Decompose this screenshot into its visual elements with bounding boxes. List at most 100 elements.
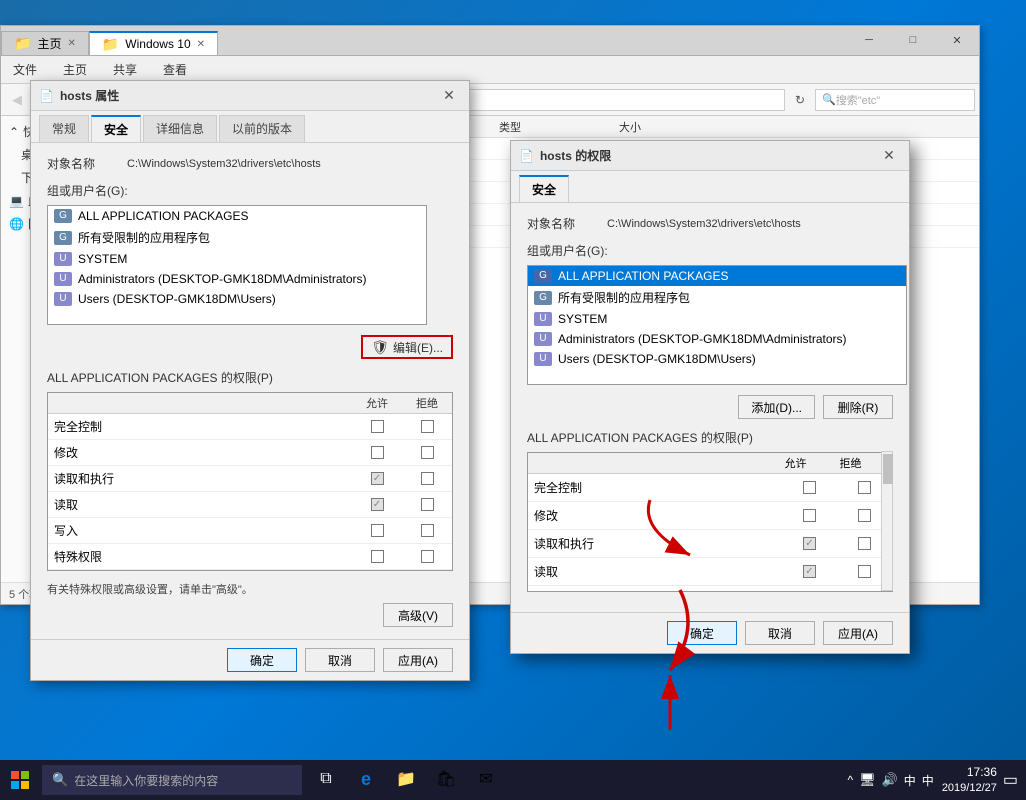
tray-time[interactable]: 17:36 2019/12/27 (942, 765, 997, 795)
properties-footer: 确定 取消 应用(A) (31, 639, 469, 680)
se-cb-deny-1[interactable] (858, 509, 871, 522)
close-btn[interactable]: ✕ (935, 25, 979, 55)
user-label-1: 所有受限制的应用程序包 (78, 229, 210, 246)
tab-security[interactable]: 安全 (91, 115, 141, 142)
se-cb-deny-0[interactable] (858, 481, 871, 494)
user-item-2[interactable]: U SYSTEM (48, 249, 426, 269)
ribbon-home[interactable]: 主页 (57, 59, 93, 80)
properties-titlebar: 📄 hosts 属性 ✕ (31, 81, 469, 111)
edit-permissions-btn[interactable]: 🛡 编辑(E)... (361, 335, 453, 359)
user-item-4[interactable]: U Users (DESKTOP-GMK18DM\Users) (48, 289, 426, 309)
se-user-icon-4: U (534, 352, 552, 366)
tab-previous[interactable]: 以前的版本 (219, 115, 305, 142)
store-app[interactable]: 🛍 (426, 760, 466, 800)
cb-allow-5[interactable] (371, 550, 384, 563)
search-box[interactable]: 🔍 搜索"etc" (815, 89, 975, 111)
tab-home-close[interactable]: ✕ (67, 38, 75, 49)
se-user-item-4[interactable]: U Users (DESKTOP-GMK18DM\Users) (528, 349, 906, 369)
cb-allow-2[interactable] (371, 472, 384, 485)
user-list-box[interactable]: G ALL APPLICATION PACKAGES G 所有受限制的应用程序包… (47, 205, 427, 325)
taskbar-search[interactable]: 🔍 在这里输入你要搜索的内容 (42, 765, 302, 795)
edit-btn-row: 🛡 编辑(E)... (47, 335, 453, 359)
edge-app[interactable]: e (346, 760, 386, 800)
se-cb-allow-0[interactable] (803, 481, 816, 494)
tab-details[interactable]: 详细信息 (143, 115, 217, 142)
user-item-1[interactable]: G 所有受限制的应用程序包 (48, 226, 426, 249)
explorer-tabs: 📁 主页 ✕ 📁 Windows 10 ✕ ─ □ ✕ (1, 26, 979, 56)
se-user-item-3[interactable]: U Administrators (DESKTOP-GMK18DM\Admini… (528, 329, 906, 349)
cb-deny-5[interactable] (421, 550, 434, 563)
se-btn-row: 添加(D)... 删除(R) (527, 395, 893, 419)
security-edit-titlebar: 📄 hosts 的权限 ✕ (511, 141, 909, 171)
tab-general[interactable]: 常规 (39, 115, 89, 142)
ribbon-view[interactable]: 查看 (157, 59, 193, 80)
tray-icons: ^ 🖥 🔊 中 中 (847, 772, 933, 789)
start-button[interactable] (0, 760, 40, 800)
cb-deny-4[interactable] (421, 524, 434, 537)
cb-allow-1[interactable] (371, 446, 384, 459)
se-user-icon-2: U (534, 312, 552, 326)
se-add-btn[interactable]: 添加(D)... (738, 395, 815, 419)
se-cb-deny-3[interactable] (858, 565, 871, 578)
perm-row-0: 完全控制 (48, 414, 452, 440)
se-user-list-box[interactable]: G ALL APPLICATION PACKAGES G 所有受限制的应用程序包… (527, 265, 907, 385)
object-name-value: C:\Windows\System32\drivers\etc\hosts (127, 158, 321, 170)
se-ok-btn[interactable]: 确定 (667, 621, 737, 645)
properties-close-btn[interactable]: ✕ (437, 84, 461, 108)
se-perm-allow-3 (782, 565, 837, 578)
user-item-3[interactable]: U Administrators (DESKTOP-GMK18DM\Admini… (48, 269, 426, 289)
mail-app[interactable]: ✉ (466, 760, 506, 800)
se-cb-allow-1[interactable] (803, 509, 816, 522)
security-edit-close-btn[interactable]: ✕ (877, 144, 901, 168)
perm-allow-4 (352, 524, 402, 537)
se-perm-col-name (528, 453, 768, 473)
se-perm-name-2: 读取和执行 (528, 533, 782, 554)
taskbar: 🔍 在这里输入你要搜索的内容 ⧉ e 📁 🛍 ✉ (0, 760, 1026, 800)
se-cb-allow-3[interactable] (803, 565, 816, 578)
cb-deny-0[interactable] (421, 420, 434, 433)
se-user-label-0: ALL APPLICATION PACKAGES (558, 269, 729, 283)
cb-allow-0[interactable] (371, 420, 384, 433)
advanced-note: 有关特殊权限或高级设置，请单击"高级"。 (47, 581, 453, 597)
props-apply-btn[interactable]: 应用(A) (383, 648, 453, 672)
user-item-0[interactable]: G ALL APPLICATION PACKAGES (48, 206, 426, 226)
tray-up-arrow[interactable]: ^ (847, 773, 853, 787)
se-user-item-2[interactable]: U SYSTEM (528, 309, 906, 329)
cb-allow-4[interactable] (371, 524, 384, 537)
se-cb-deny-2[interactable] (858, 537, 871, 550)
se-perm-row-1: 修改 (528, 502, 892, 530)
back-btn[interactable]: ◀ (5, 88, 29, 112)
props-cancel-btn[interactable]: 取消 (305, 648, 375, 672)
taskbar-tray: ^ 🖥 🔊 中 中 17:36 2019/12/27 ▭ (847, 760, 1026, 800)
tab-win10-close[interactable]: ✕ (197, 39, 205, 50)
tray-volume-icon[interactable]: 🔊 (882, 772, 898, 788)
tab-win10[interactable]: 📁 Windows 10 ✕ (89, 31, 218, 55)
se-scrollbar[interactable] (881, 451, 893, 591)
advanced-btn[interactable]: 高级(V) (383, 603, 453, 627)
se-user-item-1[interactable]: G 所有受限制的应用程序包 (528, 286, 906, 309)
cb-allow-3[interactable] (371, 498, 384, 511)
tab-security-edit[interactable]: 安全 (519, 175, 569, 202)
ribbon-file[interactable]: 文件 (7, 59, 43, 80)
props-ok-btn[interactable]: 确定 (227, 648, 297, 672)
se-cancel-btn[interactable]: 取消 (745, 621, 815, 645)
col-size[interactable]: 大小 (619, 119, 699, 135)
se-apply-btn[interactable]: 应用(A) (823, 621, 893, 645)
tab-home[interactable]: 📁 主页 ✕ (1, 31, 89, 55)
refresh-btn[interactable]: ↻ (789, 89, 811, 111)
se-remove-btn[interactable]: 删除(R) (823, 395, 893, 419)
file-explorer-app[interactable]: 📁 (386, 760, 426, 800)
maximize-btn[interactable]: □ (891, 25, 935, 55)
cb-deny-3[interactable] (421, 498, 434, 511)
show-desktop-btn[interactable]: ▭ (1003, 770, 1018, 790)
col-type[interactable]: 类型 (499, 119, 619, 135)
se-user-item-0[interactable]: G ALL APPLICATION PACKAGES (528, 266, 906, 286)
task-view-btn[interactable]: ⧉ (306, 760, 346, 800)
ribbon-share[interactable]: 共享 (107, 59, 143, 80)
se-cb-allow-2[interactable] (803, 537, 816, 550)
se-perm-col-allow: 允许 (768, 453, 823, 473)
cb-deny-2[interactable] (421, 472, 434, 485)
user-icon-4: U (54, 292, 72, 306)
cb-deny-1[interactable] (421, 446, 434, 459)
minimize-btn[interactable]: ─ (847, 25, 891, 55)
